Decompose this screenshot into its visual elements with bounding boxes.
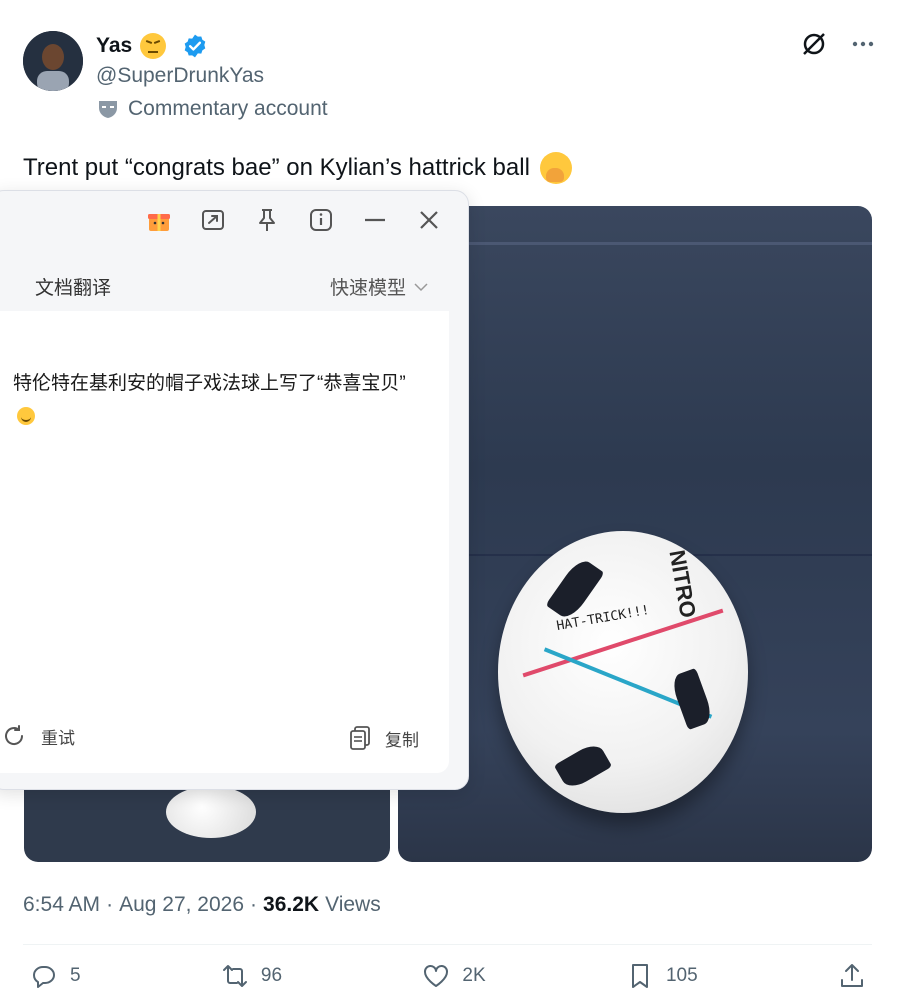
bookmark-icon bbox=[631, 964, 648, 988]
tweet-image-2[interactable]: HAT-TRICK!!! NITRO bbox=[398, 206, 872, 862]
views-label: Views bbox=[325, 893, 381, 916]
close-icon[interactable] bbox=[416, 207, 442, 233]
grok-icon[interactable] bbox=[800, 30, 828, 58]
tweet-meta: 6:54 AM · Aug 27, 2026 · 36.2K Views bbox=[23, 893, 381, 917]
chevron-down-icon bbox=[414, 282, 428, 291]
meta-separator: · bbox=[250, 893, 258, 916]
translation-text: 特伦特在基利安的帽子戏法球上写了“恭喜宝贝” bbox=[13, 373, 406, 394]
author-avatar[interactable] bbox=[23, 31, 83, 91]
share-icon bbox=[840, 964, 863, 987]
copy-label: 复制 bbox=[385, 730, 419, 750]
account-label[interactable]: Commentary account bbox=[128, 97, 328, 121]
reply-icon bbox=[32, 966, 55, 988]
ball-brand-text: NITRO bbox=[664, 548, 701, 620]
retry-button[interactable]: 重试 bbox=[1, 723, 75, 749]
share-screen-icon[interactable] bbox=[200, 207, 226, 233]
copy-button[interactable]: 复制 bbox=[349, 725, 419, 751]
meta-separator: · bbox=[106, 893, 114, 916]
hand-over-mouth-icon bbox=[539, 152, 572, 184]
tweet-date[interactable]: Aug 27, 2026 bbox=[119, 893, 244, 917]
repost-count: 96 bbox=[260, 965, 283, 986]
retry-label: 重试 bbox=[41, 728, 75, 748]
views-count[interactable]: 36.2K bbox=[263, 893, 319, 917]
heart-icon bbox=[424, 965, 449, 987]
tweet-text: Trent put “congrats bae” on Kylian’s hat… bbox=[23, 154, 530, 181]
verified-badge-icon[interactable] bbox=[182, 33, 208, 59]
divider bbox=[23, 944, 872, 945]
action-bar: 5 96 2K 105 bbox=[30, 962, 866, 990]
signed-football: HAT-TRICK!!! NITRO bbox=[498, 531, 748, 813]
share-button[interactable] bbox=[838, 962, 866, 990]
tweet-time[interactable]: 6:54 AM bbox=[23, 893, 100, 917]
bookmark-button[interactable]: 105 bbox=[626, 962, 698, 990]
model-select[interactable]: 快速模型 bbox=[330, 273, 428, 300]
translation-result-panel: 特伦特在基利安的帽子戏法球上写了“恭喜宝贝” 重试 复制 bbox=[0, 311, 449, 773]
ball-thumbnail bbox=[166, 786, 256, 838]
like-button[interactable]: 2K bbox=[422, 962, 486, 990]
reply-count: 5 bbox=[70, 965, 81, 986]
author-name[interactable]: Yas bbox=[96, 34, 132, 58]
pin-icon[interactable] bbox=[254, 207, 280, 233]
confounded-face-icon bbox=[140, 33, 167, 59]
more-options-icon[interactable] bbox=[850, 31, 876, 57]
popup-title: 文档翻译 bbox=[35, 278, 112, 299]
author-handle[interactable]: @SuperDrunkYas bbox=[96, 64, 264, 88]
repost-icon bbox=[222, 965, 247, 987]
tweet-image-1[interactable] bbox=[24, 780, 390, 862]
commentary-mask-icon bbox=[99, 101, 117, 118]
gift-icon[interactable] bbox=[146, 207, 172, 233]
translation-popup[interactable]: 文档翻译 快速模型 特伦特在基利安的帽子戏法球上写了“恭喜宝贝” 重试 复制 bbox=[0, 190, 469, 790]
info-icon[interactable] bbox=[308, 207, 334, 233]
minimize-icon[interactable] bbox=[362, 207, 388, 233]
smiling-face-icon bbox=[17, 407, 35, 425]
repost-button[interactable]: 96 bbox=[221, 962, 282, 990]
model-select-label: 快速模型 bbox=[329, 278, 406, 299]
refresh-icon bbox=[5, 725, 24, 745]
copy-icon bbox=[350, 726, 370, 750]
like-count: 2K bbox=[462, 965, 486, 986]
sofa-seam bbox=[468, 242, 872, 245]
reply-button[interactable]: 5 bbox=[30, 962, 81, 990]
bookmark-count: 105 bbox=[665, 965, 698, 986]
